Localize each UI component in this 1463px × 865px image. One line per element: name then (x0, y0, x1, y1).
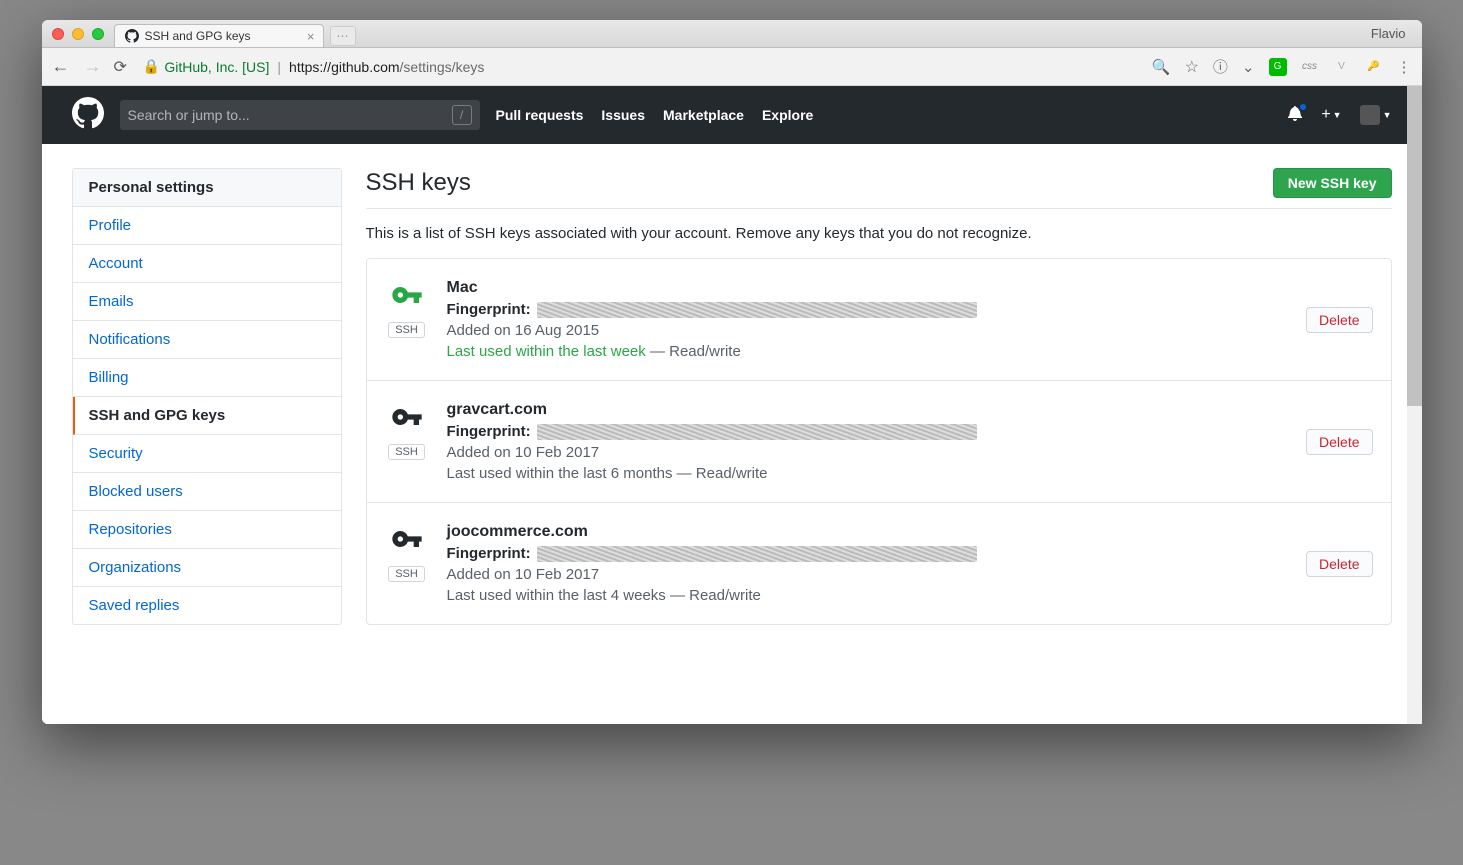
browser-profile[interactable]: Flavio (1371, 26, 1412, 41)
sidebar-item[interactable]: SSH and GPG keys (73, 397, 341, 435)
key-icon (391, 401, 423, 438)
ssh-key-row: SSH joocommerce.com Fingerprint: Added on 1… (367, 503, 1391, 624)
key-access: — Read/write (650, 343, 741, 360)
window-minimize-button[interactable] (72, 28, 84, 40)
fingerprint-label: Fingerprint: (447, 301, 531, 318)
key-access: — Read/write (677, 465, 768, 482)
back-button[interactable]: ← (52, 56, 70, 77)
browser-toolbar: ← → ⟳ 🔒 GitHub, Inc. [US] | https://gith… (42, 48, 1422, 86)
key-icon (391, 523, 423, 560)
github-logo[interactable] (72, 97, 104, 134)
ssh-key-row: SSH gravcart.com Fingerprint: Added on 10 F… (367, 381, 1391, 503)
sidebar-item[interactable]: Security (73, 435, 341, 473)
tab-title: SSH and GPG keys (145, 29, 251, 43)
key-access: — Read/write (670, 587, 761, 604)
sidebar-item[interactable]: Organizations (73, 549, 341, 587)
header-nav-link[interactable]: Issues (601, 107, 645, 123)
extension-icon[interactable]: G (1269, 58, 1287, 76)
sidebar-item[interactable]: Billing (73, 359, 341, 397)
new-tab-button[interactable]: ⋯ (330, 26, 356, 46)
delete-key-button[interactable]: Delete (1306, 307, 1372, 333)
vue-extension-icon[interactable]: V (1333, 58, 1351, 76)
bookmark-star-icon[interactable]: ☆ (1185, 57, 1199, 77)
avatar (1360, 105, 1380, 125)
menu-icon[interactable]: ⋮ (1397, 58, 1412, 76)
sidebar-item[interactable]: Saved replies (73, 587, 341, 624)
sidebar-item[interactable]: Notifications (73, 321, 341, 359)
key-last-used: Last used within the last 4 weeks (447, 587, 666, 604)
settings-sidebar: Personal settings ProfileAccountEmailsNo… (72, 168, 342, 625)
url-bar[interactable]: 🔒 GitHub, Inc. [US] | https://github.com… (139, 58, 1140, 75)
fingerprint-value-redacted (537, 302, 977, 318)
sidebar-header: Personal settings (73, 169, 341, 207)
sidebar-item[interactable]: Emails (73, 283, 341, 321)
search-slash-hint: / (452, 105, 472, 125)
sidebar-item[interactable]: Repositories (73, 511, 341, 549)
fingerprint-value-redacted (537, 424, 977, 440)
zoom-icon[interactable]: 🔍 (1152, 58, 1171, 76)
header-nav-link[interactable]: Explore (762, 107, 813, 123)
notification-indicator (1298, 102, 1308, 112)
fingerprint-label: Fingerprint: (447, 423, 531, 440)
header-nav-link[interactable]: Marketplace (663, 107, 744, 123)
url-secure-label: GitHub, Inc. [US] (164, 59, 269, 75)
search-placeholder: Search or jump to... (128, 107, 250, 123)
pocket-icon[interactable]: ⌄ (1242, 58, 1255, 76)
key-name: gravcart.com (447, 401, 1289, 419)
user-menu[interactable]: ▼ (1360, 105, 1392, 125)
header-nav-link[interactable]: Pull requests (496, 107, 584, 123)
github-favicon (125, 29, 139, 43)
close-tab-icon[interactable]: × (307, 29, 315, 44)
forward-button: → (84, 56, 102, 77)
ssh-badge: SSH (388, 566, 425, 582)
sidebar-item[interactable]: Account (73, 245, 341, 283)
sidebar-item[interactable]: Profile (73, 207, 341, 245)
key-added-date: Added on 16 Aug 2015 (447, 322, 1289, 339)
key-icon (391, 279, 423, 316)
window-zoom-button[interactable] (92, 28, 104, 40)
delete-key-button[interactable]: Delete (1306, 429, 1372, 455)
ssh-badge: SSH (388, 444, 425, 460)
github-header: Search or jump to... / Pull requests Issu… (42, 86, 1422, 144)
key-name: joocommerce.com (447, 523, 1289, 541)
reload-button[interactable]: ⟳ (114, 57, 127, 77)
browser-tab[interactable]: SSH and GPG keys × (114, 24, 324, 47)
key-name: Mac (447, 279, 1289, 297)
info-icon[interactable]: ⓘ (1213, 56, 1228, 77)
css-extension-icon[interactable]: css (1301, 58, 1319, 76)
key-added-date: Added on 10 Feb 2017 (447, 566, 1289, 583)
fingerprint-value-redacted (537, 546, 977, 562)
sidebar-item[interactable]: Blocked users (73, 473, 341, 511)
onepassword-icon[interactable]: 🔑 (1365, 58, 1383, 76)
page-title: SSH keys (366, 169, 471, 197)
key-last-used: Last used within the last week (447, 343, 646, 360)
ssh-key-list: SSH Mac Fingerprint: Added on 16 Aug 2015 La… (366, 258, 1392, 625)
ssh-badge: SSH (388, 322, 425, 338)
key-added-date: Added on 10 Feb 2017 (447, 444, 1289, 461)
macos-titlebar: SSH and GPG keys × ⋯ Flavio (42, 20, 1422, 48)
page-description: This is a list of SSH keys associated wi… (366, 225, 1392, 242)
fingerprint-label: Fingerprint: (447, 545, 531, 562)
create-new-button[interactable]: +▼ (1321, 106, 1341, 124)
lock-icon: 🔒 (143, 58, 160, 75)
new-ssh-key-button[interactable]: New SSH key (1273, 168, 1392, 198)
notifications-button[interactable] (1287, 105, 1303, 126)
window-close-button[interactable] (52, 28, 64, 40)
delete-key-button[interactable]: Delete (1306, 551, 1372, 577)
scrollbar[interactable] (1407, 86, 1422, 724)
ssh-key-row: SSH Mac Fingerprint: Added on 16 Aug 2015 La… (367, 259, 1391, 381)
github-search-input[interactable]: Search or jump to... / (120, 100, 480, 130)
key-last-used: Last used within the last 6 months (447, 465, 673, 482)
